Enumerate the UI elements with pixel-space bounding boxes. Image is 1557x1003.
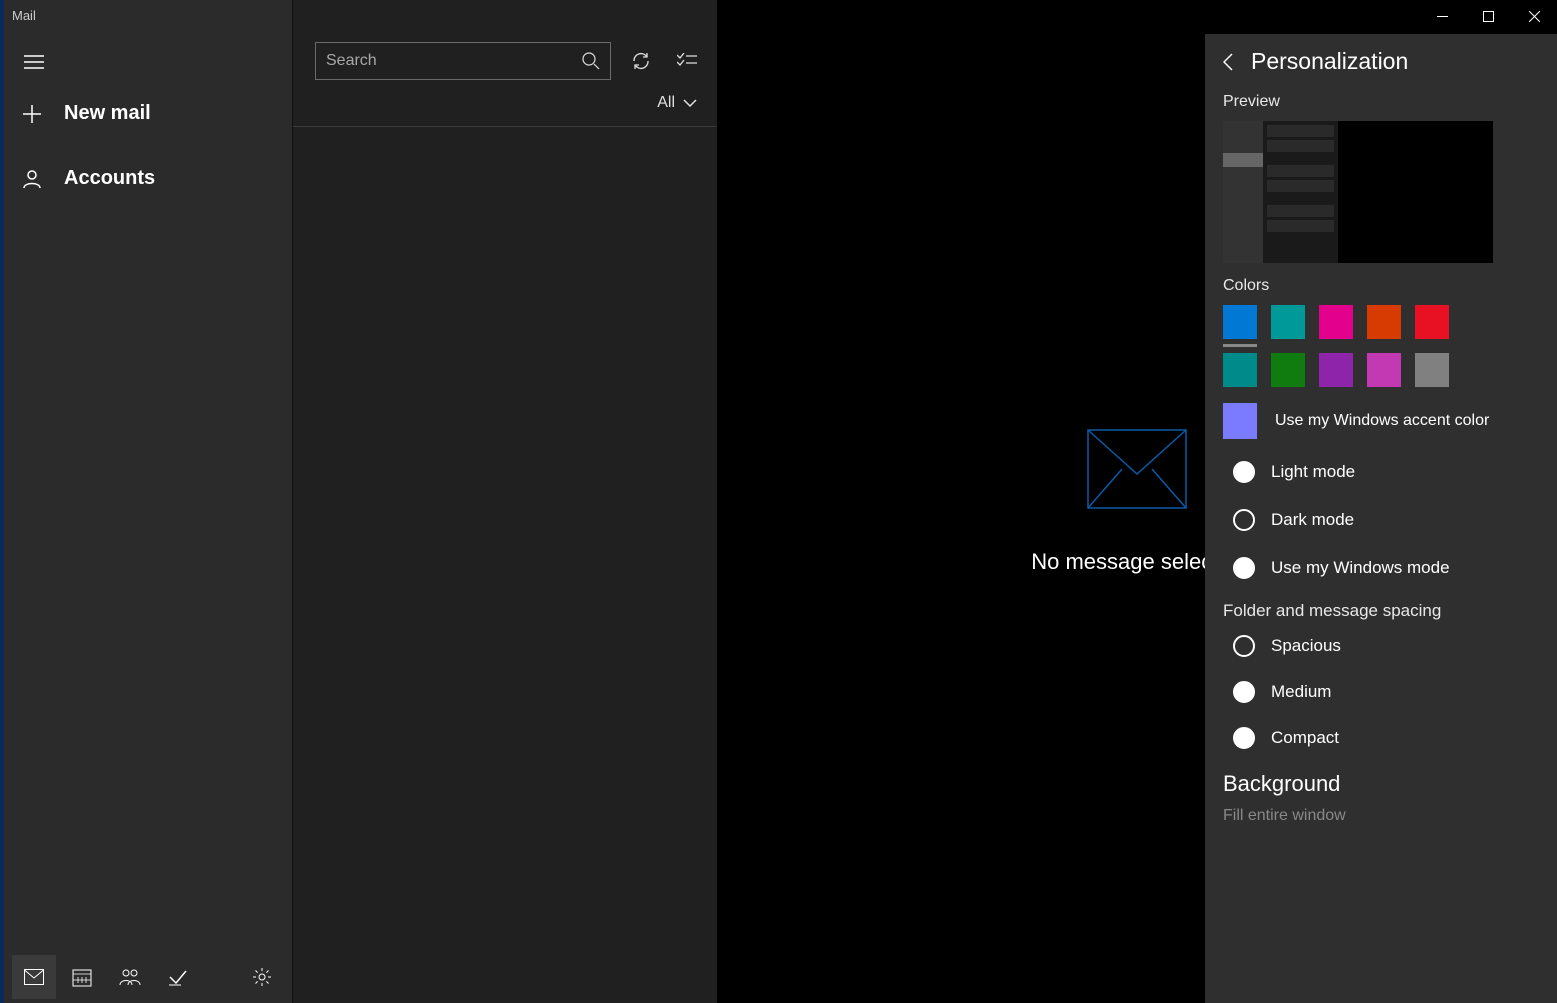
personalization-panel: Personalization Preview — [1205, 34, 1557, 1003]
color-grid — [1223, 305, 1483, 387]
minimize-button[interactable] — [1419, 0, 1465, 32]
theme-preview — [1223, 121, 1493, 263]
color-swatch-6[interactable] — [1271, 353, 1305, 387]
compact-label: Compact — [1271, 728, 1339, 748]
settings-button[interactable] — [240, 955, 284, 999]
chevron-left-icon — [1223, 53, 1233, 71]
windows-accent-label: Use my Windows accent color — [1275, 412, 1489, 430]
color-swatch-3[interactable] — [1367, 305, 1401, 339]
refresh-button[interactable] — [625, 45, 657, 77]
color-swatch-7[interactable] — [1319, 353, 1353, 387]
search-input[interactable] — [326, 52, 582, 70]
gear-icon — [252, 967, 272, 987]
color-swatch-0[interactable] — [1223, 305, 1257, 339]
color-swatch-5[interactable] — [1223, 353, 1257, 387]
people-icon — [119, 968, 141, 986]
todo-tab-button[interactable] — [156, 955, 200, 999]
radio-unchecked-icon — [1233, 557, 1255, 579]
radio-checked-icon — [1233, 509, 1255, 531]
color-swatch-8[interactable] — [1367, 353, 1401, 387]
dark-mode-option[interactable]: Dark mode — [1233, 509, 1539, 531]
radio-checked-icon — [1233, 635, 1255, 657]
light-mode-label: Light mode — [1271, 462, 1355, 482]
background-value: Fill entire window — [1223, 807, 1539, 825]
accounts-button[interactable]: Accounts — [4, 155, 292, 202]
windows-accent-option[interactable]: Use my Windows accent color — [1223, 403, 1539, 439]
mail-tab-button[interactable] — [12, 955, 56, 999]
windows-mode-option[interactable]: Use my Windows mode — [1233, 557, 1539, 579]
search-box[interactable] — [315, 42, 611, 80]
checkmark-icon — [168, 967, 188, 987]
back-button[interactable] — [1223, 53, 1233, 71]
hamburger-button[interactable] — [10, 38, 58, 86]
sidebar: New mail Accounts — [0, 0, 292, 1003]
new-mail-label: New mail — [64, 102, 151, 125]
medium-label: Medium — [1271, 682, 1331, 702]
message-list-column: All — [292, 0, 717, 1003]
select-mode-button[interactable] — [671, 45, 703, 77]
sidebar-bottom-icons — [4, 951, 292, 1003]
theme-mode-group: Light mode Dark mode Use my Windows mode — [1233, 461, 1539, 579]
refresh-icon — [631, 51, 651, 71]
light-mode-option[interactable]: Light mode — [1233, 461, 1539, 483]
compact-option[interactable]: Compact — [1233, 727, 1539, 749]
radio-unchecked-icon — [1233, 461, 1255, 483]
accounts-label: Accounts — [64, 167, 155, 190]
color-swatch-9[interactable] — [1415, 353, 1449, 387]
spacing-label: Folder and message spacing — [1223, 601, 1539, 621]
colors-label: Colors — [1223, 277, 1539, 295]
medium-option[interactable]: Medium — [1233, 681, 1539, 703]
radio-unchecked-icon — [1233, 681, 1255, 703]
person-icon — [20, 169, 44, 189]
message-list-toolbar — [293, 34, 717, 88]
chevron-down-icon — [683, 99, 697, 107]
filter-dropdown[interactable]: All — [293, 88, 717, 127]
mail-icon — [24, 969, 44, 985]
color-swatch-4[interactable] — [1415, 305, 1449, 339]
mail-app: Mail New mail Account — [0, 0, 1557, 1003]
color-swatch-1[interactable] — [1271, 305, 1305, 339]
spacious-label: Spacious — [1271, 636, 1341, 656]
spacious-option[interactable]: Spacious — [1233, 635, 1539, 657]
windows-mode-label: Use my Windows mode — [1271, 558, 1450, 578]
people-tab-button[interactable] — [108, 955, 152, 999]
windows-accent-swatch — [1223, 403, 1257, 439]
settings-header: Personalization — [1223, 48, 1539, 75]
maximize-button[interactable] — [1465, 0, 1511, 32]
plus-icon — [20, 104, 44, 124]
filter-label: All — [657, 94, 675, 112]
app-title: Mail — [0, 0, 48, 31]
preview-label: Preview — [1223, 93, 1539, 111]
message-list-body — [293, 127, 717, 1003]
calendar-tab-button[interactable] — [60, 955, 104, 999]
calendar-icon — [72, 967, 92, 987]
settings-title: Personalization — [1251, 48, 1408, 75]
checklist-icon — [677, 53, 697, 69]
radio-unchecked-icon — [1233, 727, 1255, 749]
close-button[interactable] — [1511, 0, 1557, 32]
window-controls — [1419, 0, 1557, 32]
search-icon[interactable] — [582, 52, 600, 70]
titlebar: Mail — [0, 0, 1557, 34]
color-swatch-2[interactable] — [1319, 305, 1353, 339]
background-heading: Background — [1223, 771, 1539, 797]
new-mail-button[interactable]: New mail — [4, 90, 292, 137]
spacing-group: Spacious Medium Compact — [1233, 635, 1539, 749]
dark-mode-label: Dark mode — [1271, 510, 1354, 530]
envelope-illustration — [1087, 429, 1187, 509]
